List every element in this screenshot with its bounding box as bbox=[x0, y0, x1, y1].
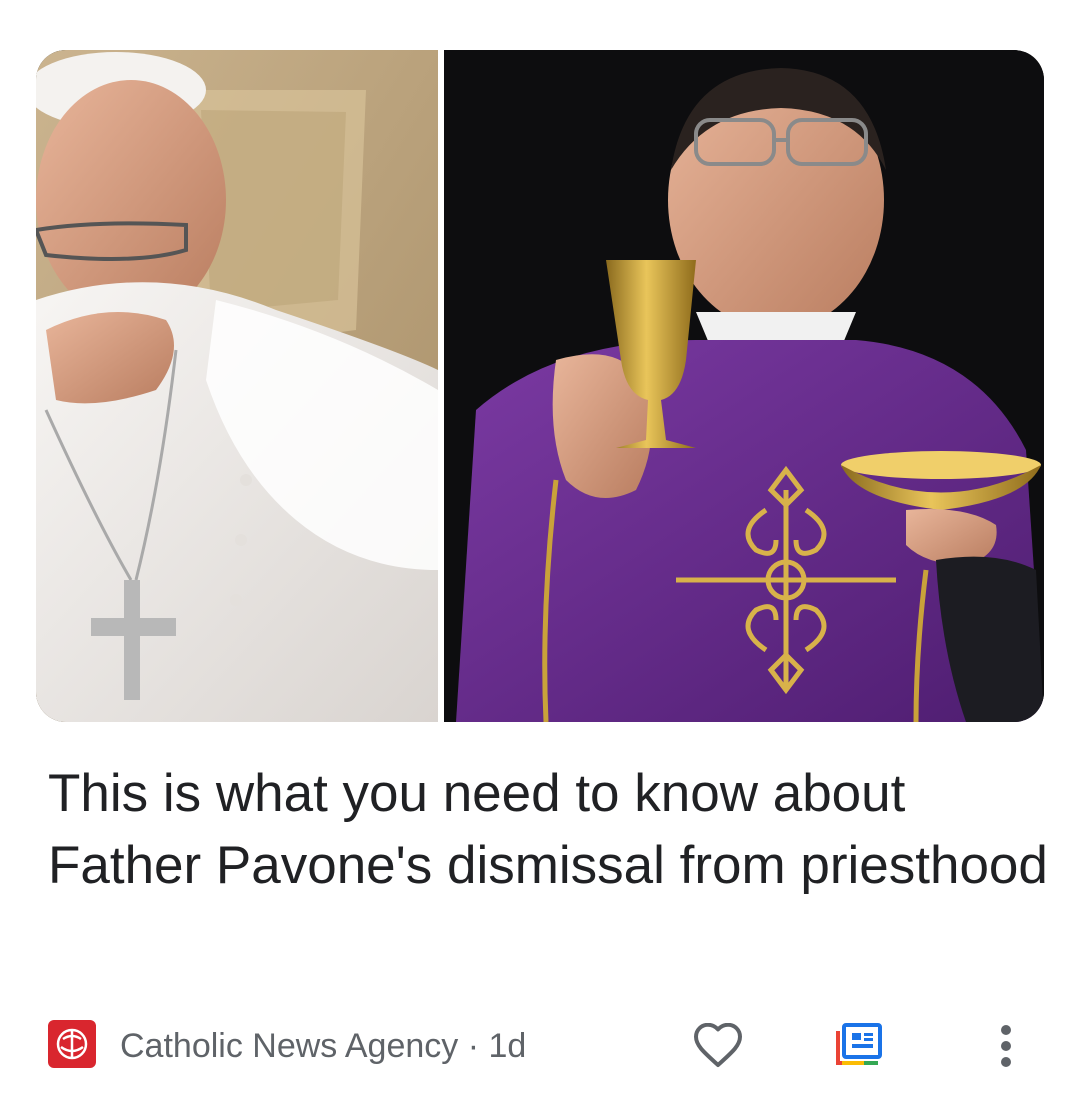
heart-outline-icon bbox=[694, 1023, 742, 1067]
source-byline[interactable]: Catholic News Agency · 1d bbox=[120, 1026, 526, 1066]
like-button[interactable] bbox=[688, 1018, 748, 1074]
news-card[interactable]: This is what you need to know about Fath… bbox=[0, 0, 1080, 1114]
article-meta: Catholic News Agency · 1d bbox=[48, 1018, 1048, 1078]
byline-separator: · bbox=[458, 1027, 489, 1065]
full-coverage-button[interactable] bbox=[828, 1018, 888, 1074]
right-photo bbox=[444, 50, 1044, 722]
more-vertical-icon bbox=[1001, 1025, 1011, 1067]
full-coverage-icon bbox=[836, 1023, 882, 1065]
article-headline[interactable]: This is what you need to know about Fath… bbox=[48, 758, 1048, 902]
left-photo bbox=[36, 50, 438, 722]
source-logo-icon bbox=[48, 1020, 96, 1068]
article-image[interactable] bbox=[36, 50, 1044, 722]
article-age: 1d bbox=[488, 1027, 527, 1065]
more-options-button[interactable] bbox=[976, 1018, 1036, 1074]
source-name[interactable]: Catholic News Agency bbox=[120, 1027, 458, 1065]
